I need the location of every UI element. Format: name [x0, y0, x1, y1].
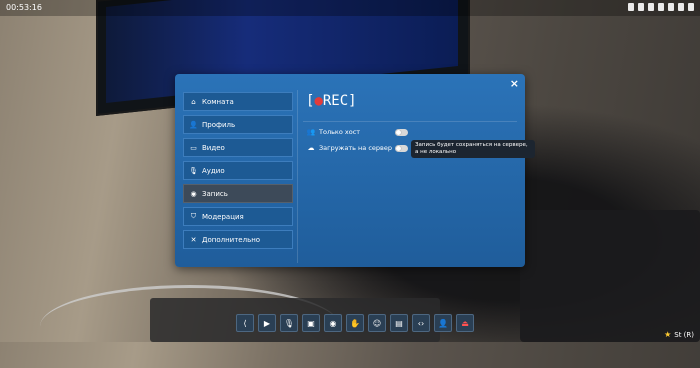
menu-item-additional[interactable]: ✕ Дополнительно — [183, 230, 293, 249]
rec-text: REC — [322, 93, 349, 109]
clock: 00:53:16 — [6, 3, 42, 12]
option-label: Загружать на сервер — [319, 144, 393, 152]
rating-badge: ★ St (R) — [664, 330, 694, 339]
mic-icon — [688, 3, 694, 11]
bluetooth-icon — [658, 3, 664, 11]
shield-icon: ⛉ — [190, 212, 197, 220]
bottom-toolbar: ⟨ ▶ 🎙 ▣ ◉ ✋ ☺ ▤ ‹› 👤 ⏏ — [236, 314, 474, 332]
menu-item-recording[interactable]: ◉ Запись — [183, 184, 293, 203]
menu-item-room[interactable]: ⌂ Комната — [183, 92, 293, 111]
emoji-icon: ☺ — [372, 318, 382, 328]
section-divider — [303, 121, 517, 122]
host-only-toggle[interactable] — [395, 129, 408, 136]
menu-item-label: Комната — [202, 97, 234, 106]
rec-bracket-close: ] — [348, 93, 357, 109]
record-icon: ◉ — [329, 318, 337, 328]
settings-icon — [678, 3, 684, 11]
battery-icon — [668, 3, 674, 11]
rec-title: [●REC] — [306, 93, 357, 109]
option-label: Только хост — [319, 128, 361, 136]
menu-item-audio[interactable]: 🎙 Аудио — [183, 161, 293, 180]
home-icon: ⌂ — [191, 97, 196, 106]
screen-share-button[interactable]: ▣ — [302, 314, 320, 332]
menu-item-label: Модерация — [202, 212, 244, 221]
location-icon — [628, 3, 634, 11]
code-icon: ‹› — [417, 318, 425, 328]
video-icon: ▭ — [190, 143, 197, 152]
option-upload-server: ☁ Загружать на сервер — [306, 144, 393, 152]
menu-item-label: Профиль — [202, 120, 236, 129]
menu-item-label: Видео — [202, 143, 225, 152]
share-button[interactable]: ⟨ — [236, 314, 254, 332]
wifi-icon — [648, 3, 654, 11]
raise-hand-button[interactable]: ✋ — [346, 314, 364, 332]
record-button[interactable]: ◉ — [324, 314, 342, 332]
mic-icon: 🎙 — [283, 318, 295, 328]
divider — [297, 90, 298, 263]
leave-button[interactable]: ⏏ — [456, 314, 474, 332]
share-icon: ⟨ — [243, 318, 247, 328]
rating-label: St (R) — [674, 330, 694, 339]
chat-icon: ▤ — [395, 318, 403, 328]
mic-button[interactable]: 🎙 — [280, 314, 298, 332]
tooltip: Запись будет сохраняться на сервере, а н… — [411, 140, 535, 158]
menu-item-label: Аудио — [202, 166, 225, 175]
menu-item-label: Запись — [202, 189, 228, 198]
status-bar: 00:53:16 — [0, 0, 700, 16]
camera-icon: ▶ — [263, 318, 271, 328]
emoji-button[interactable]: ☺ — [368, 314, 386, 332]
camera-button[interactable]: ▶ — [258, 314, 276, 332]
user-settings-icon: 👤 — [438, 318, 448, 328]
settings-menu: ⌂ Комната 👤 Профиль ▭ Видео 🎙 Аудио ◉ За… — [183, 92, 293, 253]
tools-icon: ✕ — [190, 235, 197, 244]
menu-item-label: Дополнительно — [202, 235, 261, 244]
system-icons — [628, 3, 694, 11]
background-object — [520, 210, 700, 342]
users-icon: 👥 — [306, 128, 316, 136]
participants-button[interactable]: 👤 — [434, 314, 452, 332]
menu-item-moderation[interactable]: ⛉ Модерация — [183, 207, 293, 226]
upload-server-toggle[interactable] — [395, 145, 408, 152]
profile-icon: 👤 — [189, 120, 198, 129]
cloud-upload-icon: ☁ — [307, 144, 315, 152]
exit-icon: ⏏ — [461, 318, 469, 328]
signal-icon — [638, 3, 644, 11]
rec-dot-icon: ● — [314, 93, 323, 109]
option-host-only: 👥 Только хост — [306, 128, 360, 136]
code-button[interactable]: ‹› — [412, 314, 430, 332]
settings-dialog: × ⌂ Комната 👤 Профиль ▭ Видео 🎙 Аудио ◉ … — [175, 74, 525, 267]
screen-share-icon: ▣ — [307, 318, 315, 328]
audio-icon: 🎙 — [189, 166, 198, 175]
close-button[interactable]: × — [510, 77, 519, 90]
chat-button[interactable]: ▤ — [390, 314, 408, 332]
star-icon: ★ — [664, 330, 672, 339]
menu-item-video[interactable]: ▭ Видео — [183, 138, 293, 157]
record-icon: ◉ — [190, 189, 197, 198]
menu-item-profile[interactable]: 👤 Профиль — [183, 115, 293, 134]
hand-icon: ✋ — [350, 318, 360, 328]
